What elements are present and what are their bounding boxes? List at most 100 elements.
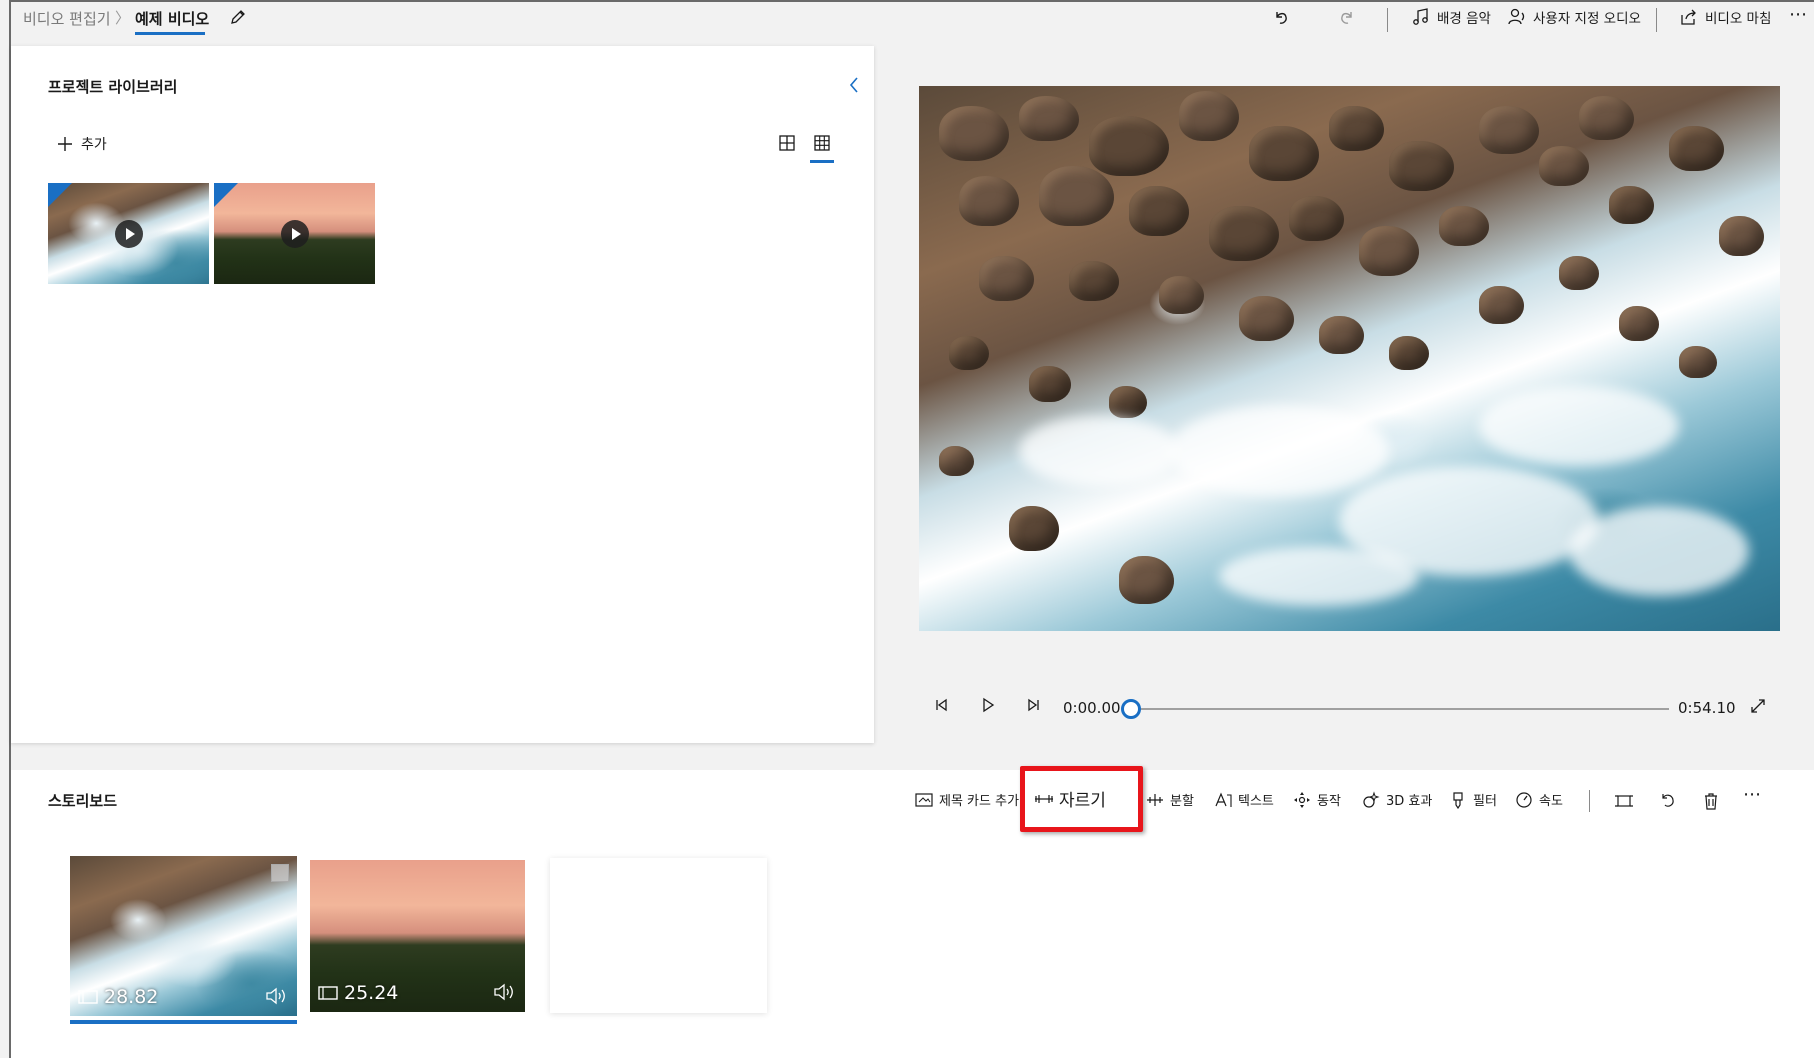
resize-icon[interactable]	[1614, 792, 1634, 810]
volume-icon[interactable]	[493, 982, 515, 1002]
project-library-panel: 프로젝트 라이브러리 추가	[11, 46, 874, 743]
rock-texture	[979, 256, 1034, 301]
play-icon	[115, 220, 143, 248]
small-grid-view-icon[interactable]	[811, 132, 833, 154]
filters-button[interactable]: 필터	[1448, 790, 1497, 809]
rock-texture	[1119, 556, 1174, 604]
rock-texture	[949, 336, 989, 370]
expand-icon[interactable]	[1749, 697, 1767, 715]
text-label: 텍스트	[1238, 794, 1274, 809]
storyboard-panel: 스토리보드 제목 카드 추가 자르기 분할 텍스트 동작 3D 효과 필터 속도…	[11, 766, 1814, 1058]
step-forward-icon[interactable]	[1024, 696, 1042, 714]
text-button[interactable]: 텍스트	[1213, 790, 1274, 809]
filter-brush-icon	[1453, 791, 1463, 809]
add-title-card-button[interactable]: 제목 카드 추가	[914, 790, 1019, 809]
rock-texture	[1479, 106, 1539, 154]
custom-audio-label: 사용자 지정 오디오	[1533, 11, 1641, 27]
breadcrumb-app[interactable]: 비디오 편집기	[23, 8, 111, 29]
custom-audio-button[interactable]: 사용자 지정 오디오	[1507, 7, 1641, 27]
background-music-button[interactable]: 배경 음악	[1411, 7, 1491, 27]
large-grid-view-icon[interactable]	[776, 132, 798, 154]
share-icon	[1681, 9, 1696, 25]
more-options-button[interactable]: ⋯	[1789, 4, 1807, 25]
rock-texture	[1389, 141, 1454, 191]
rock-texture	[1319, 316, 1364, 354]
library-item-sunset-forest[interactable]	[214, 183, 375, 284]
breadcrumb-project[interactable]: 예제 비디오	[135, 8, 209, 29]
3d-effects-button[interactable]: 3D 효과	[1361, 790, 1432, 809]
foam-texture	[1219, 546, 1419, 606]
film-icon	[78, 990, 98, 1004]
rock-texture	[1579, 96, 1634, 140]
split-button[interactable]: 분할	[1145, 790, 1194, 809]
rock-texture	[1249, 126, 1319, 181]
scrub-bar[interactable]	[1128, 708, 1669, 710]
rock-texture	[1029, 366, 1071, 402]
view-mode-active-indicator	[810, 160, 834, 163]
add-media-button[interactable]: 추가	[57, 134, 107, 154]
rotate-icon[interactable]	[1658, 792, 1678, 810]
pencil-icon[interactable]	[229, 8, 247, 26]
speedometer-icon	[1516, 791, 1532, 808]
clip-selected-indicator	[70, 1020, 297, 1024]
rock-texture	[1719, 216, 1764, 256]
storyboard-clip-sea-rocks[interactable]: 28.82	[70, 856, 297, 1016]
video-preview[interactable]	[919, 86, 1780, 631]
breadcrumb-active-indicator	[135, 32, 205, 35]
rock-texture	[939, 106, 1009, 161]
scrub-handle[interactable]	[1121, 699, 1141, 719]
rock-texture	[1289, 196, 1344, 241]
volume-icon[interactable]	[265, 986, 287, 1006]
rock-texture	[1479, 286, 1524, 324]
in-use-corner-marker	[214, 183, 238, 207]
chevron-left-icon[interactable]	[845, 74, 863, 96]
storyboard-clip-sunset-forest[interactable]: 25.24	[310, 860, 525, 1012]
clip-select-checkbox[interactable]	[271, 864, 289, 882]
rock-texture	[1039, 166, 1114, 226]
rock-texture	[1389, 336, 1429, 370]
split-label: 분할	[1170, 794, 1194, 809]
rock-texture	[1439, 206, 1489, 246]
clip-duration-value: 25.24	[344, 982, 399, 1004]
rock-texture	[1669, 126, 1724, 171]
add-title-card-label: 제목 카드 추가	[939, 794, 1020, 809]
rock-texture	[939, 446, 974, 476]
toolbar-divider	[1589, 790, 1590, 812]
finish-video-button[interactable]: 비디오 마침	[1679, 7, 1771, 27]
play-icon[interactable]	[979, 696, 997, 714]
rock-texture	[1329, 106, 1384, 151]
current-time: 0:00.00	[1063, 699, 1121, 717]
title-bar: 비디오 편집기 〉 예제 비디오 배경 음악 사용자 지정 오디오 비디오 마침…	[11, 2, 1814, 40]
rock-texture	[1239, 296, 1294, 341]
rock-texture	[1129, 186, 1189, 236]
foam-texture	[1569, 506, 1749, 596]
rock-texture	[1179, 91, 1239, 141]
trash-icon[interactable]	[1701, 792, 1721, 810]
speed-button[interactable]: 속도	[1514, 790, 1563, 809]
motion-icon	[1294, 791, 1310, 808]
trim-highlight-box	[1020, 766, 1143, 832]
header-divider	[1656, 8, 1657, 32]
split-icon	[1147, 793, 1163, 806]
rock-texture	[1539, 146, 1589, 186]
storyboard-empty-slot[interactable]	[550, 858, 767, 1013]
rock-texture	[1019, 96, 1079, 141]
rock-texture	[1109, 386, 1147, 418]
storyboard-more-button[interactable]: ⋯	[1743, 784, 1761, 805]
total-duration: 0:54.10	[1678, 699, 1736, 717]
clip-duration: 25.24	[318, 982, 398, 1004]
motion-button[interactable]: 동작	[1292, 790, 1341, 809]
3d-effects-label: 3D 효과	[1386, 794, 1433, 809]
rock-texture	[1559, 256, 1599, 290]
redo-icon[interactable]	[1337, 7, 1357, 27]
step-back-icon[interactable]	[933, 696, 951, 714]
undo-icon[interactable]	[1271, 7, 1291, 27]
foam-texture	[1169, 406, 1389, 496]
rock-texture	[1159, 276, 1204, 314]
play-icon	[281, 220, 309, 248]
project-library-title: 프로젝트 라이브러리	[48, 78, 178, 96]
rock-texture	[1089, 116, 1169, 176]
clip-duration-value: 28.82	[104, 986, 159, 1008]
speed-label: 속도	[1539, 794, 1563, 809]
library-item-sea-rocks[interactable]	[48, 183, 209, 284]
